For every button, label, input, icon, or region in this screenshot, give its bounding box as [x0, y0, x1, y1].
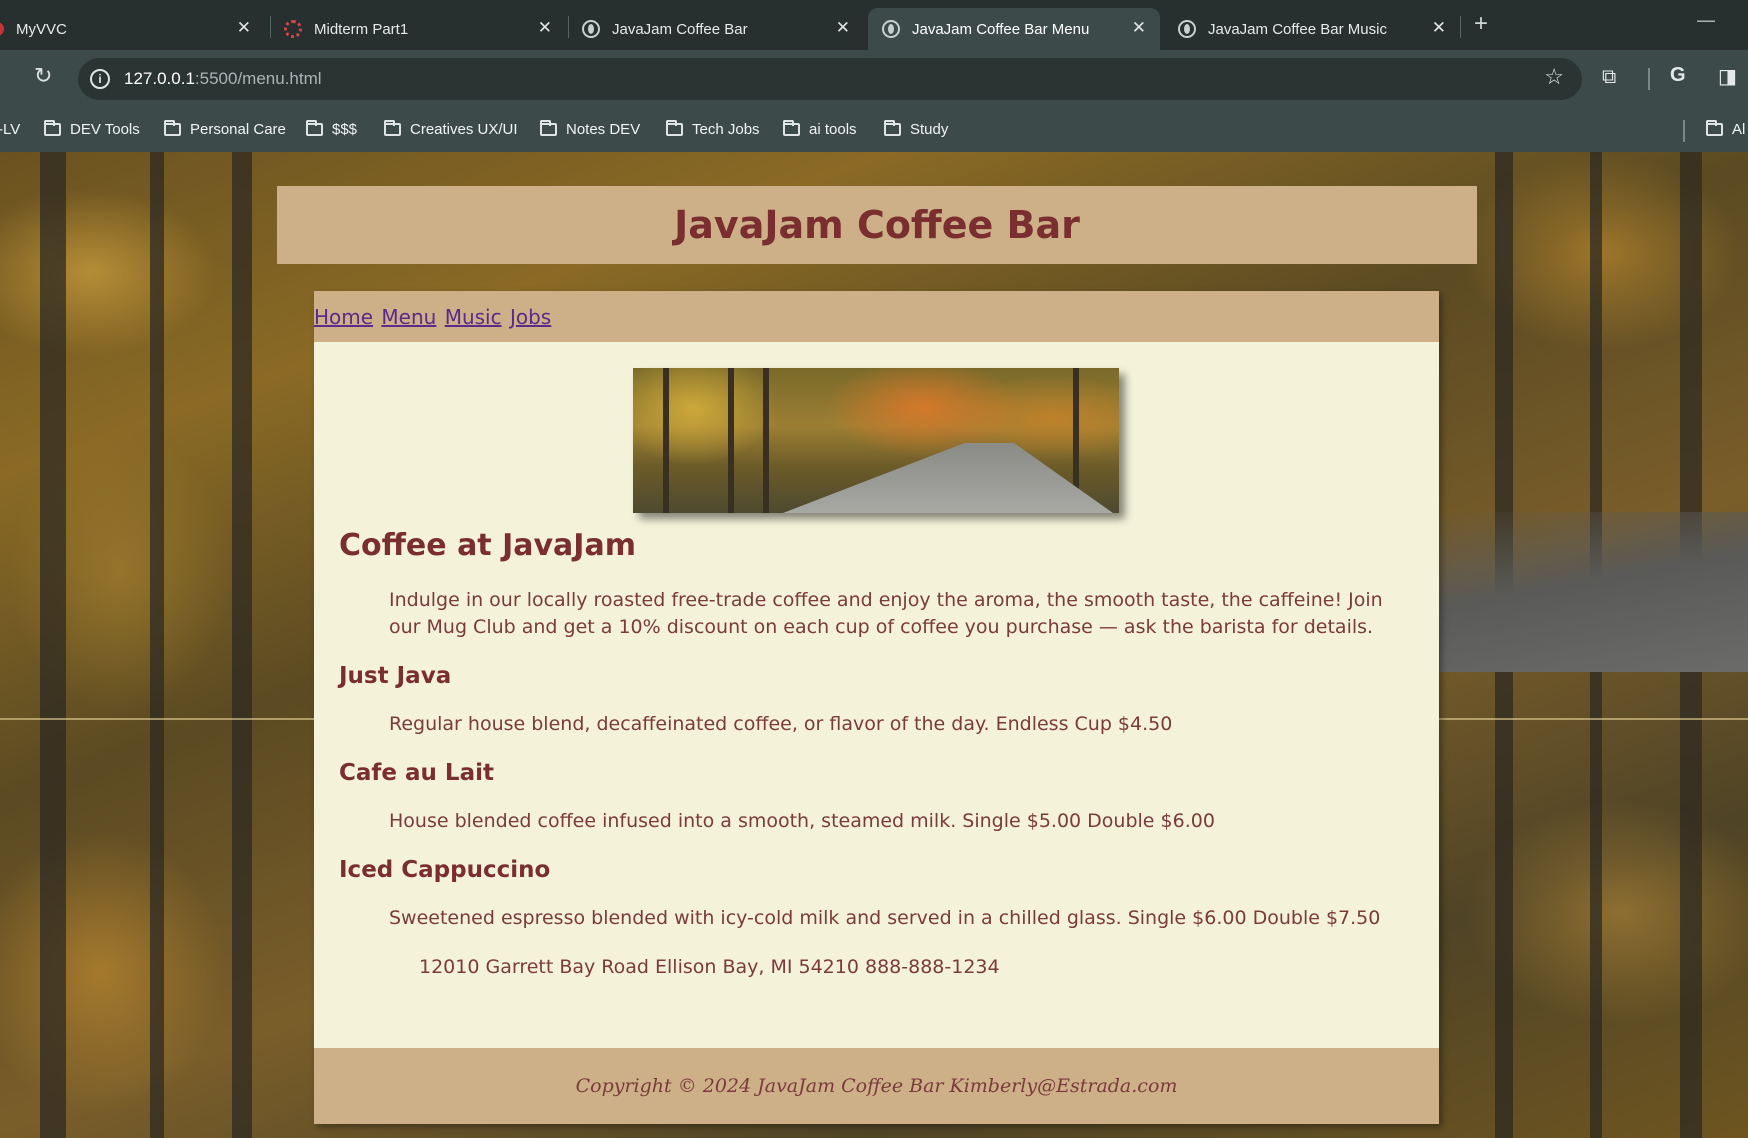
globe-icon — [1178, 20, 1196, 38]
bookmark-folder-money[interactable]: $$$ — [306, 116, 357, 142]
url-text: 127.0.0.1:5500/menu.html — [124, 69, 322, 89]
nav-link-music[interactable]: Music — [445, 305, 502, 329]
folder-icon — [666, 119, 683, 136]
address-bar[interactable]: i 127.0.0.1:5500/menu.html ☆ — [78, 58, 1582, 100]
bookmarks-divider — [1683, 120, 1685, 142]
new-tab-button[interactable]: + — [1474, 10, 1488, 38]
menu-item-description: House blended coffee infused into a smoo… — [389, 810, 1215, 832]
menu-item-description: Regular house blend, decaffeinated coffe… — [389, 713, 1173, 735]
folder-icon — [540, 119, 557, 136]
tab-title: MyVVC — [16, 20, 67, 38]
nav-link-home[interactable]: Home — [314, 305, 373, 329]
page-heading: Coffee at JavaJam — [339, 528, 636, 563]
tab-myvvc[interactable]: MyVVC ✕ — [0, 8, 265, 50]
menu-item-description: Sweetened espresso blended with icy-cold… — [389, 907, 1381, 929]
folder-icon — [44, 119, 61, 136]
bookmark-folder-tech-jobs[interactable]: Tech Jobs — [666, 116, 760, 142]
footer-copyright: Copyright © 2024 JavaJam Coffee Bar Kimb… — [575, 1075, 1178, 1097]
minimize-button[interactable]: — — [1696, 8, 1716, 32]
bookmark-folder-creatives[interactable]: Creatives UX/UI — [384, 116, 518, 142]
close-icon[interactable]: ✕ — [1432, 18, 1446, 38]
close-icon[interactable]: ✕ — [237, 18, 251, 38]
site-footer: Copyright © 2024 JavaJam Coffee Bar Kimb… — [314, 1048, 1439, 1124]
url-path: :5500/menu.html — [194, 69, 322, 88]
folder-icon — [384, 119, 401, 136]
extensions-puzzle-icon[interactable]: ⧉ — [1602, 64, 1616, 88]
close-icon[interactable]: ✕ — [836, 18, 850, 38]
menu-item-name: Cafe au Lait — [339, 760, 494, 786]
tab-midterm[interactable]: Midterm Part1 ✕ — [270, 8, 566, 50]
menu-content: Coffee at JavaJam Indulge in our locally… — [339, 528, 1419, 981]
tab-strip: MyVVC ✕ Midterm Part1 ✕ JavaJam Coffee B… — [0, 0, 1748, 50]
bookmark-folder-all[interactable]: Al — [1706, 116, 1745, 142]
folder-icon — [1706, 119, 1723, 136]
reload-icon[interactable]: ↻ — [34, 64, 52, 89]
nav-link-menu[interactable]: Menu — [381, 305, 436, 329]
bookmark-folder-study[interactable]: Study — [884, 116, 948, 142]
browser-chrome: MyVVC ✕ Midterm Part1 ✕ JavaJam Coffee B… — [0, 0, 1748, 152]
hero-road — [783, 443, 1113, 513]
background-tree-trunk — [40, 152, 66, 1138]
folder-icon — [164, 119, 181, 136]
tab-divider — [1460, 16, 1461, 38]
myvvc-favicon-icon — [0, 22, 4, 36]
menu-item-name: Just Java — [339, 663, 452, 689]
globe-icon — [582, 20, 600, 38]
tab-title: Midterm Part1 — [314, 20, 409, 38]
bookmark-folder-notes-dev[interactable]: Notes DEV — [540, 116, 640, 142]
folder-icon — [884, 119, 901, 136]
hero-image — [633, 368, 1119, 513]
background-tree-trunk — [150, 152, 164, 1138]
bookmark-item[interactable]: -LV — [0, 116, 20, 142]
forward-arrow-icon[interactable]: › — [0, 62, 1, 87]
bookmark-folder-dev-tools[interactable]: DEV Tools — [44, 116, 140, 142]
background-road — [1440, 512, 1748, 672]
tab-title: JavaJam Coffee Bar Music — [1208, 20, 1387, 38]
background-tree-trunk — [232, 152, 252, 1138]
tab-title: JavaJam Coffee Bar — [612, 20, 748, 38]
bookmark-star-icon[interactable]: ☆ — [1544, 64, 1564, 90]
tab-javajam[interactable]: JavaJam Coffee Bar ✕ — [568, 8, 864, 50]
page-viewport: JavaJam Coffee Bar Home Menu Music Jobs … — [0, 152, 1748, 1138]
url-host: 127.0.0.1 — [124, 69, 195, 88]
side-panel-icon[interactable]: ◨ — [1718, 64, 1737, 88]
site-header: JavaJam Coffee Bar — [277, 186, 1477, 264]
menu-item-name: Iced Cappuccino — [339, 857, 551, 883]
tab-javajam-music[interactable]: JavaJam Coffee Bar Music ✕ — [1164, 8, 1460, 50]
site-nav: Home Menu Music Jobs — [314, 291, 1439, 342]
toolbar-divider — [1648, 68, 1650, 90]
midterm-favicon-icon — [284, 20, 302, 38]
bookmark-folder-personal-care[interactable]: Personal Care — [164, 116, 286, 142]
site-title: JavaJam Coffee Bar — [674, 203, 1080, 247]
site-info-icon[interactable]: i — [90, 69, 110, 89]
close-icon[interactable]: ✕ — [1132, 18, 1146, 38]
globe-icon — [882, 20, 900, 38]
tab-title: JavaJam Coffee Bar Menu — [912, 20, 1090, 38]
tab-javajam-menu[interactable]: JavaJam Coffee Bar Menu ✕ — [868, 8, 1160, 50]
browser-toolbar: › ↻ i 127.0.0.1:5500/menu.html ☆ ⧉ G ◨ — [0, 50, 1748, 108]
folder-icon — [306, 119, 323, 136]
nav-link-jobs[interactable]: Jobs — [510, 305, 551, 329]
bookmark-folder-ai-tools[interactable]: ai tools — [783, 116, 857, 142]
folder-icon — [783, 119, 800, 136]
close-icon[interactable]: ✕ — [538, 18, 552, 38]
google-extension-icon[interactable]: G — [1670, 64, 1686, 87]
bookmarks-bar: -LV DEV Tools Personal Care $$$ Creative… — [0, 108, 1748, 152]
page-wrapper: Home Menu Music Jobs Coffee at JavaJam I… — [314, 291, 1439, 1124]
contact-address: 12010 Garrett Bay Road Ellison Bay, MI 5… — [419, 956, 1000, 978]
intro-text: Indulge in our locally roasted free-trad… — [389, 589, 1383, 638]
